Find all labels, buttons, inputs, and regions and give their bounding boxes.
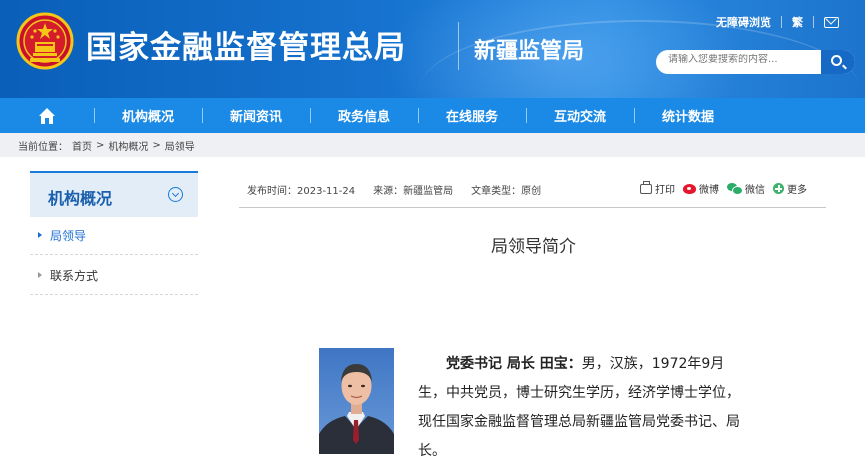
more-icon	[773, 183, 784, 194]
sidebar-item-contact[interactable]: 联系方式	[30, 257, 198, 295]
breadcrumb-leaders[interactable]: 局领导	[165, 138, 195, 153]
traditional-chinese-link[interactable]: 繁	[792, 14, 803, 30]
leader-name-title: 党委书记 局长 田宝：	[446, 356, 582, 372]
nav-item-interaction[interactable]: 互动交流	[526, 98, 634, 133]
branch-name[interactable]: 新疆监管局	[474, 33, 584, 65]
title-divider	[458, 22, 459, 70]
nav-item-government-info[interactable]: 政务信息	[310, 98, 418, 133]
national-emblem-icon[interactable]	[16, 12, 74, 70]
print-button[interactable]: 打印	[640, 180, 675, 196]
share-weibo-button[interactable]: 微博	[683, 181, 719, 196]
mail-icon[interactable]	[824, 16, 839, 28]
accessibility-link[interactable]: 无障碍浏览	[716, 14, 771, 30]
home-icon	[38, 107, 56, 124]
weibo-label: 微博	[699, 185, 719, 196]
breadcrumb-separator: >	[96, 139, 105, 151]
sidebar-item-label: 局领导	[50, 229, 87, 243]
sidebar-item-leaders[interactable]: 局领导	[30, 217, 198, 255]
site-header: 国家金融监督管理总局 新疆监管局 无障碍浏览 繁	[0, 0, 865, 98]
article-meta: 发布时间：2023-11-24 来源：新疆监管局 文章类型：原创	[247, 182, 541, 197]
main-nav: 机构概况 新闻资讯 政务信息 在线服务 互动交流 统计数据	[0, 98, 865, 133]
nav-item-online-services[interactable]: 在线服务	[418, 98, 526, 133]
breadcrumb-label: 当前位置：	[18, 141, 68, 153]
search-button[interactable]	[821, 50, 855, 74]
search-icon	[831, 55, 842, 66]
wechat-icon	[727, 183, 743, 195]
leader-bio: 党委书记 局长 田宝：男，汉族，1972年9月生，中共党员，博士研究生学历，经济…	[418, 350, 748, 466]
breadcrumb-about[interactable]: 机构概况	[108, 138, 148, 153]
sidebar-item-label: 联系方式	[50, 269, 99, 283]
share-more-button[interactable]: 更多	[773, 181, 807, 196]
wechat-label: 微信	[745, 185, 765, 196]
sidebar-title: 机构概况	[48, 189, 113, 208]
article-type: 文章类型：原创	[471, 186, 542, 197]
article-title: 局领导简介	[491, 237, 576, 257]
search-box	[656, 50, 855, 74]
print-label: 打印	[655, 185, 675, 196]
nav-item-statistics[interactable]: 统计数据	[634, 98, 742, 133]
breadcrumb-separator: >	[152, 139, 161, 151]
arrow-right-icon	[38, 232, 42, 238]
weibo-icon	[683, 183, 696, 194]
top-link-divider	[813, 16, 814, 28]
site-title[interactable]: 国家金融监督管理总局	[86, 22, 406, 67]
publish-date: 发布时间：2023-11-24	[247, 186, 356, 197]
more-label: 更多	[787, 185, 807, 196]
breadcrumb: 当前位置： 首页 > 机构概况 > 局领导	[0, 133, 865, 157]
meta-divider	[239, 207, 826, 208]
share-wechat-button[interactable]: 微信	[727, 181, 765, 196]
top-links: 无障碍浏览 繁	[716, 14, 839, 30]
breadcrumb-home[interactable]: 首页	[72, 138, 92, 153]
search-input[interactable]	[668, 54, 818, 65]
arrow-right-icon	[38, 272, 42, 278]
article-source: 来源：新疆监管局	[373, 186, 454, 197]
share-bar: 打印 微博 微信 更多	[640, 180, 807, 196]
nav-home[interactable]	[0, 98, 94, 133]
leader-photo	[319, 348, 394, 454]
sidebar-header: 机构概况	[30, 171, 198, 217]
nav-item-news[interactable]: 新闻资讯	[202, 98, 310, 133]
chevron-down-icon[interactable]	[168, 187, 183, 202]
print-icon	[640, 180, 652, 194]
top-link-divider	[781, 16, 782, 28]
nav-item-about[interactable]: 机构概况	[94, 98, 202, 133]
